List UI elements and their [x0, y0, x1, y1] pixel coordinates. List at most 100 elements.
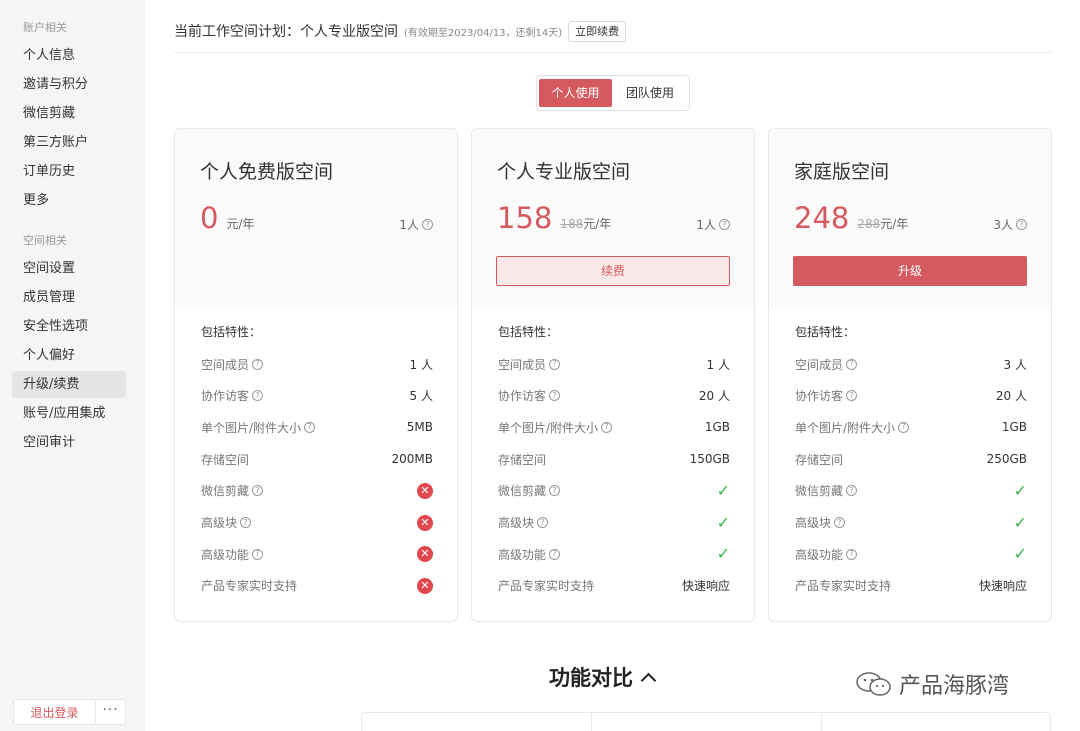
feature-name: 单个图片/附件大小? — [795, 419, 910, 436]
sidebar-item-invite[interactable]: 邀请与积分 — [12, 71, 126, 98]
help-icon[interactable]: ? — [846, 358, 858, 370]
features-title: 包括特性： — [201, 325, 262, 339]
feature-value: 200MB — [391, 452, 434, 467]
logout-button[interactable]: 退出登录 — [13, 699, 96, 725]
feature-label: 高级功能 — [498, 547, 547, 562]
feature-row: 微信剪藏? ✓ — [498, 481, 730, 501]
feature-value: 3 人 — [1003, 357, 1027, 372]
price-row: 248 288 元/年 — [794, 201, 908, 235]
feature-label: 协作访客 — [795, 389, 844, 404]
feature-label: 微信剪藏 — [498, 484, 547, 499]
sidebar-item-profile[interactable]: 个人信息 — [12, 42, 126, 69]
header-divider — [174, 52, 1051, 53]
help-icon[interactable]: ? — [549, 358, 561, 370]
feature-row: 高级块? ✓ — [498, 513, 730, 533]
feature-row: 协作访客? 5 人 — [201, 386, 433, 406]
feature-name: 产品专家实时支持 — [201, 577, 297, 594]
feature-name: 微信剪藏? — [795, 482, 858, 499]
compare-column-divider — [591, 713, 592, 731]
feature-row: 产品专家实时支持 快速响应 — [498, 576, 730, 596]
feature-row: 高级功能? ✓ — [795, 544, 1027, 564]
feature-row: 产品专家实时支持 快速响应 — [795, 576, 1027, 596]
feature-row: 高级块? ✕ — [201, 513, 433, 533]
help-icon[interactable]: ? — [537, 517, 549, 528]
sidebar-item-audit[interactable]: 空间审计 — [12, 429, 126, 456]
cross-icon: ✕ — [417, 514, 433, 531]
renew-now-button[interactable]: 立即续费 — [568, 20, 627, 42]
help-icon[interactable]: ? — [252, 485, 264, 497]
help-icon[interactable]: ? — [252, 390, 264, 402]
help-icon[interactable]: ? — [846, 548, 858, 560]
renew-button[interactable]: 续费 — [496, 256, 730, 286]
help-icon[interactable]: ? — [549, 485, 561, 497]
toggle-team[interactable]: 团队使用 — [614, 79, 686, 107]
help-icon[interactable]: ? — [549, 390, 561, 402]
plan-price: 0 — [200, 201, 219, 235]
feature-label: 空间成员 — [201, 357, 250, 372]
feature-value: 20 人 — [698, 389, 730, 404]
help-icon[interactable]: ? — [846, 485, 858, 497]
feature-row: 高级块? ✓ — [795, 513, 1027, 533]
help-icon[interactable]: ? — [1016, 219, 1027, 230]
feature-label: 空间成员 — [795, 357, 844, 372]
help-icon[interactable]: ? — [898, 421, 910, 433]
feature-name: 高级功能? — [498, 546, 561, 563]
members-count: 1人 — [696, 218, 716, 232]
feature-compare-toggle[interactable]: 功能对比 — [549, 662, 657, 692]
help-icon[interactable]: ? — [304, 421, 316, 433]
watermark: 产品海豚湾 — [855, 667, 1009, 701]
cross-icon: ✕ — [417, 482, 433, 499]
price-row: 158 188 元/年 — [497, 201, 611, 235]
feature-label: 产品专家实时支持 — [795, 579, 892, 594]
feature-name: 单个图片/附件大小? — [498, 419, 613, 436]
sidebar-item-third-party[interactable]: 第三方账户 — [12, 129, 126, 156]
feature-label: 高级功能 — [201, 547, 250, 562]
watermark-text: 产品海豚湾 — [899, 674, 1010, 699]
feature-label: 存储空间 — [201, 452, 250, 467]
upgrade-button[interactable]: 升级 — [793, 256, 1027, 286]
feature-name: 单个图片/附件大小? — [201, 419, 316, 436]
plan-members: 1人 ? — [696, 216, 730, 233]
feature-name: 高级功能? — [795, 546, 858, 563]
feature-name: 高级块? — [201, 514, 252, 531]
help-icon[interactable]: ? — [240, 517, 252, 528]
sidebar-item-members[interactable]: 成员管理 — [12, 284, 126, 311]
plan-price: 248 — [794, 201, 850, 235]
help-icon[interactable]: ? — [846, 390, 858, 402]
help-icon[interactable]: ? — [601, 421, 613, 433]
more-options-button[interactable]: ··· — [96, 699, 126, 725]
feature-name: 存储空间 — [795, 451, 843, 468]
compare-column-divider — [821, 713, 822, 731]
toggle-personal[interactable]: 个人使用 — [539, 79, 612, 107]
sidebar-item-space-settings[interactable]: 空间设置 — [12, 255, 126, 282]
feature-name: 存储空间 — [201, 451, 249, 468]
sidebar-item-preferences[interactable]: 个人偏好 — [12, 342, 126, 369]
original-price: 288 — [857, 217, 881, 231]
help-icon[interactable]: ? — [834, 517, 846, 528]
feature-value: 20 人 — [995, 389, 1027, 404]
compare-title: 功能对比 — [549, 666, 633, 690]
feature-name: 协作访客? — [498, 387, 561, 404]
feature-name: 微信剪藏? — [201, 482, 264, 499]
sidebar-item-orders[interactable]: 订单历史 — [12, 158, 126, 185]
feature-row: 单个图片/附件大小? 5MB — [201, 417, 433, 437]
help-icon[interactable]: ? — [549, 548, 561, 560]
help-icon[interactable]: ? — [252, 548, 264, 560]
wechat-icon — [856, 672, 891, 696]
sidebar-item-wechat-clip[interactable]: 微信剪藏 — [12, 100, 126, 127]
plan-name: 家庭版空间 — [794, 161, 890, 183]
feature-row: 协作访客? 20 人 — [498, 386, 730, 406]
feature-row: 存储空间 150GB — [498, 449, 730, 469]
sidebar-item-security[interactable]: 安全性选项 — [12, 313, 126, 340]
feature-label: 存储空间 — [795, 452, 844, 467]
feature-row: 存储空间 200MB — [201, 449, 433, 469]
sidebar-item-upgrade[interactable]: 升级/续费 — [12, 371, 126, 398]
feature-value: 5 人 — [409, 389, 433, 404]
help-icon[interactable]: ? — [719, 219, 730, 230]
help-icon[interactable]: ? — [422, 219, 433, 230]
feature-row: 空间成员? 3 人 — [795, 354, 1027, 374]
sidebar-item-integrations[interactable]: 账号/应用集成 — [12, 400, 126, 427]
help-icon[interactable]: ? — [252, 358, 264, 370]
sidebar-item-more[interactable]: 更多 — [12, 187, 126, 214]
sidebar-group-account: 账户相关 — [23, 21, 67, 34]
